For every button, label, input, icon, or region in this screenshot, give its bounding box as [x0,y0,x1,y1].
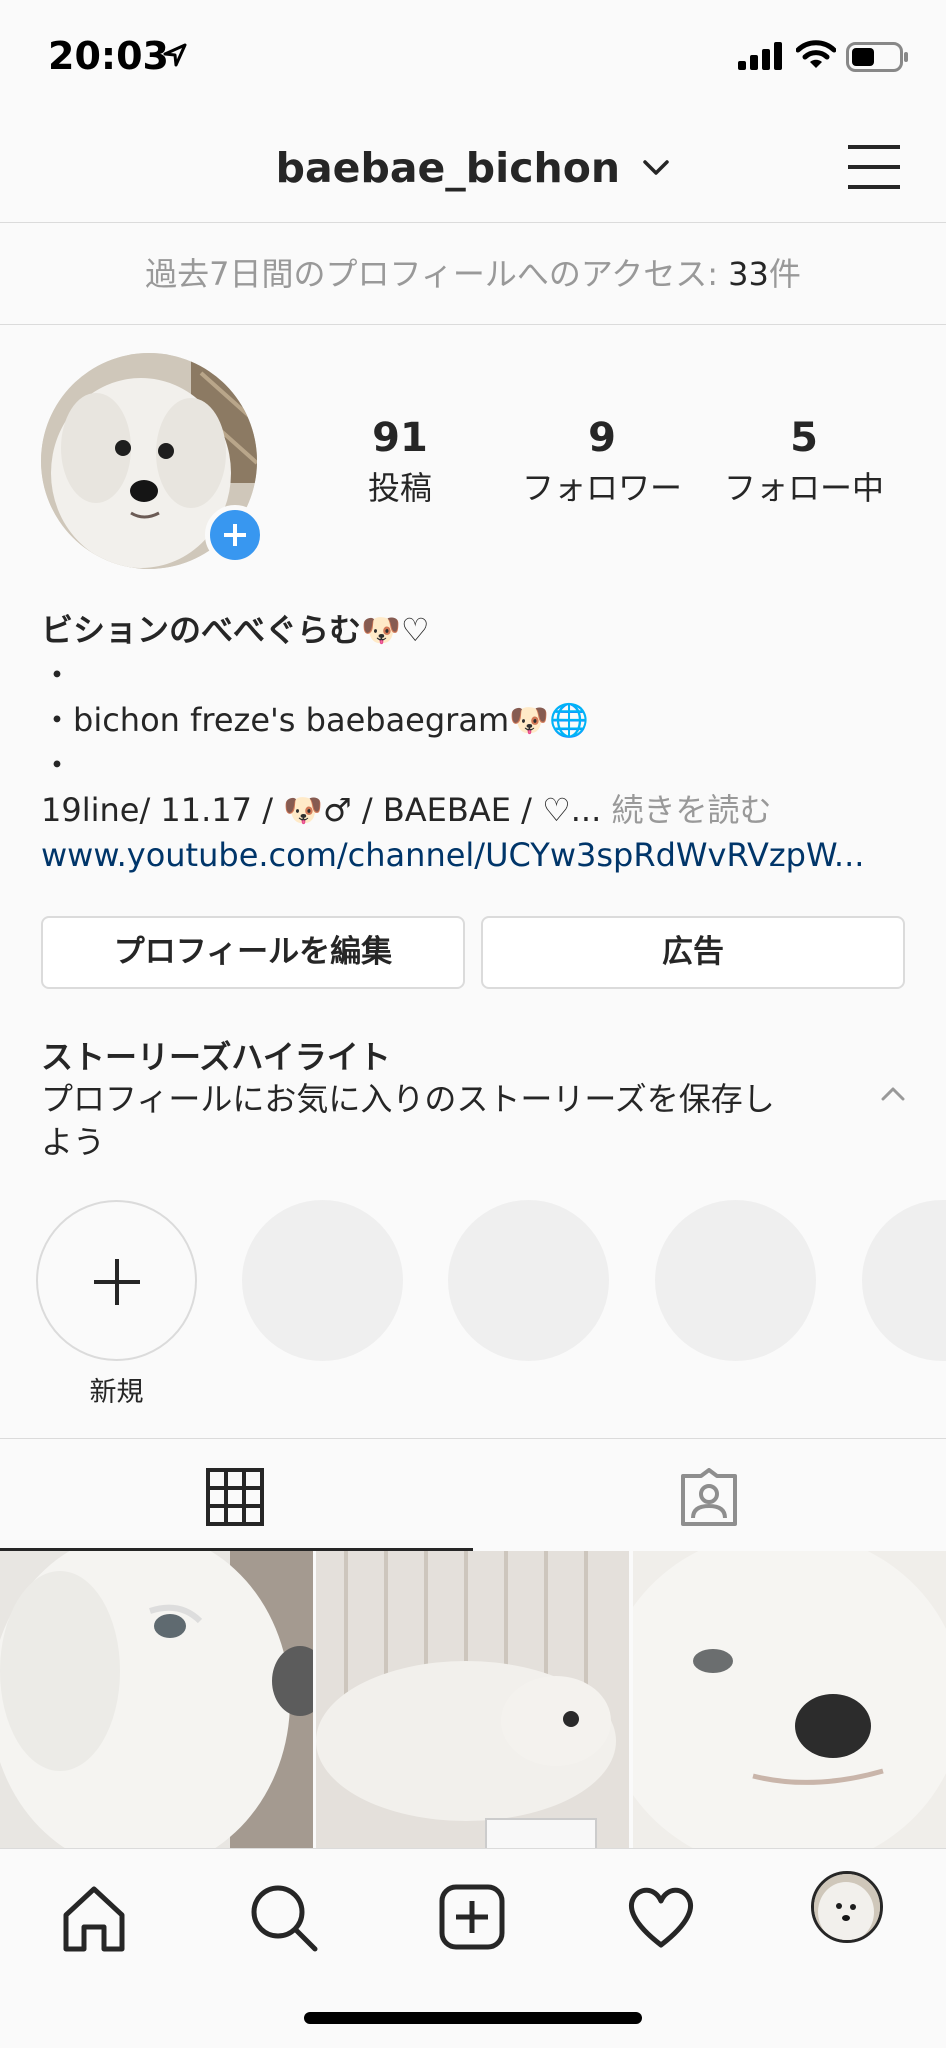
dog-photo [814,1874,880,1940]
profile-display-name: ビションのべべぐらむ🐶♡ [41,611,430,649]
status-bar: 20:03 [0,0,946,115]
add-post-icon[interactable] [432,1877,512,1957]
profile-bio: ビションのべべぐらむ🐶♡ ・ ・bichon freze's baebaegra… [41,608,921,878]
story-highlights-description: プロフィールにお気に入りのストーリーズを保存しよう [41,1080,775,1161]
followers-count: 9 [588,415,616,461]
battery-icon [846,42,908,72]
post-thumbnail[interactable] [316,1551,629,1849]
highlight-placeholder [862,1200,946,1361]
story-highlights-title: ストーリーズハイライト [41,1038,391,1076]
new-highlight-label: 新規 [89,1377,144,1408]
bio-line: ・bichon freze's baebaegram🐶🌐 [41,701,589,739]
hamburger-menu-icon[interactable] [846,142,902,192]
tagged-person-icon [681,1468,737,1526]
home-icon[interactable] [54,1877,134,1957]
tab-tagged[interactable] [473,1439,946,1551]
grid-icon [206,1468,264,1526]
add-story-button[interactable] [205,505,265,565]
plus-icon-stem [115,1259,119,1305]
home-indicator [304,2012,642,2024]
insights-label: 過去7日間のプロフィールへのアクセス: [145,255,729,293]
location-arrow-icon [163,43,187,67]
stat-followers[interactable]: 9 フォロワー [502,415,702,509]
cellular-signal-icon [738,42,782,70]
insights-unit: 件 [768,255,801,293]
highlight-placeholder [448,1200,609,1361]
posts-count: 91 [372,415,428,461]
posts-label: 投稿 [367,469,432,507]
profile-tab-avatar[interactable] [811,1871,883,1943]
following-count: 5 [790,415,818,461]
post-thumbnail[interactable] [0,1551,313,1849]
following-label: フォロー中 [723,469,884,507]
edit-profile-button[interactable]: プロフィールを編集 [41,916,465,989]
heart-icon[interactable] [621,1877,701,1957]
highlight-placeholder [242,1200,403,1361]
status-time: 20:03 [48,34,169,78]
chevron-down-icon [643,160,670,175]
profile-insights-bar[interactable]: 過去7日間のプロフィールへのアクセス: 33件 [0,223,946,325]
wifi-icon [796,40,836,68]
bio-line: ・ [41,746,74,784]
search-icon[interactable] [243,1877,323,1957]
highlight-placeholder [655,1200,816,1361]
stat-posts[interactable]: 91 投稿 [300,415,500,509]
stat-following[interactable]: 5 フォロー中 [704,415,904,509]
post-thumbnail[interactable] [633,1551,946,1849]
profile-header: baebae_bichon [0,115,946,223]
dog-photo [633,1551,946,1849]
post-grid [0,1551,946,1849]
new-highlight-button[interactable] [36,1200,197,1361]
bio-text: 19line/ 11.17 / 🐶♂ / BAEBAE / ♡... [41,791,602,829]
tab-grid[interactable] [0,1439,473,1551]
read-more-link[interactable]: 続きを読む [601,791,771,829]
bio-website-link[interactable]: www.youtube.com/channel/UCYw3spRdWvRVzpW… [41,833,921,878]
bio-line: ・ [41,656,74,694]
bio-line: 19line/ 11.17 / 🐶♂ / BAEBAE / ♡... 続きを読む [41,788,921,833]
dog-photo [316,1551,629,1849]
account-switcher[interactable]: baebae_bichon [0,141,946,192]
username-title: baebae_bichon [275,144,621,192]
followers-label: フォロワー [521,469,682,507]
profile-tabs [0,1438,946,1551]
promotions-button[interactable]: 広告 [481,916,905,989]
dog-photo [0,1551,313,1849]
chevron-up-icon[interactable] [880,1086,906,1102]
insights-count: 33 [728,255,769,293]
